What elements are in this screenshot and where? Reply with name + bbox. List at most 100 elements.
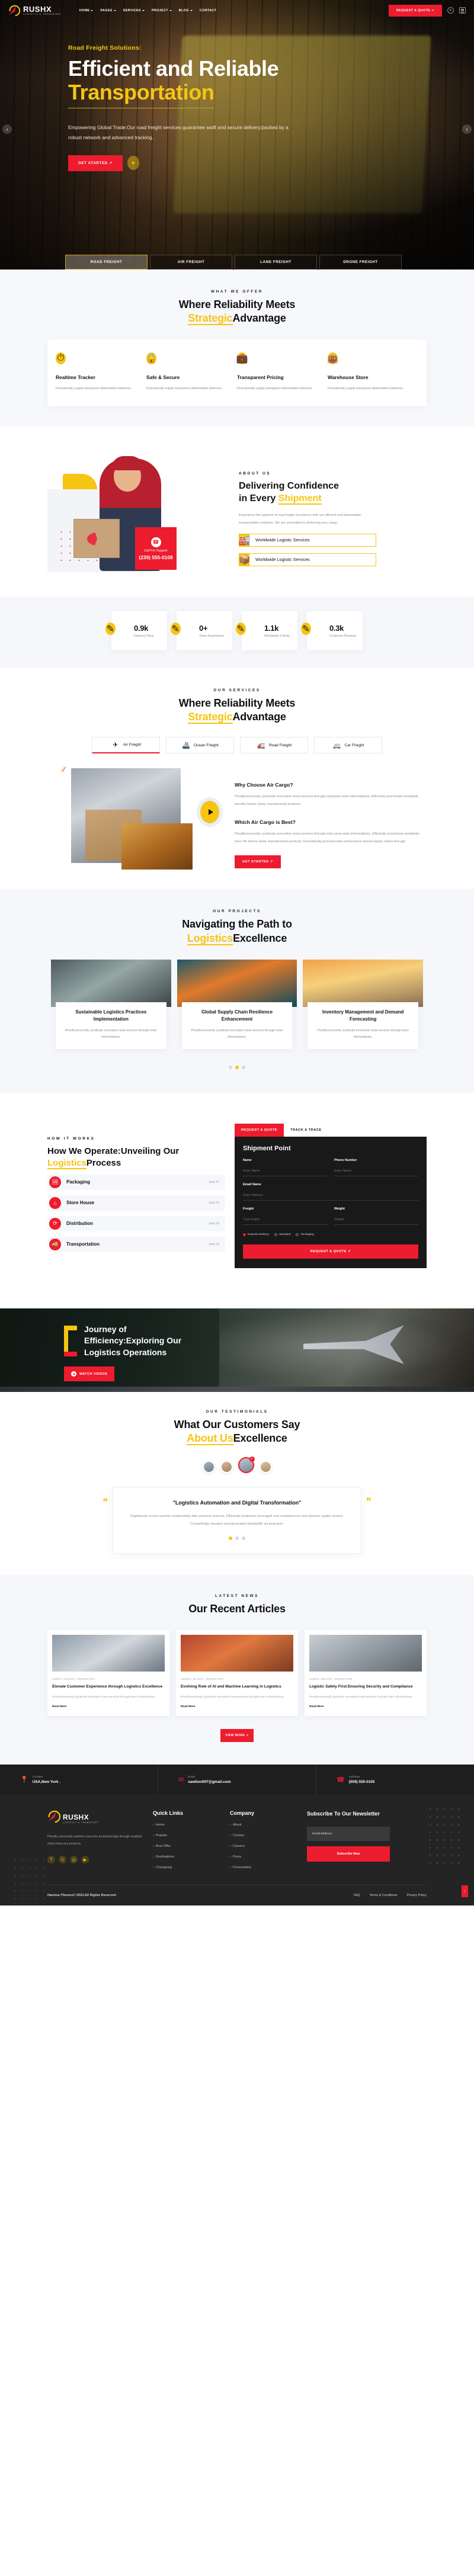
service-tab-ocean-freight[interactable]: 🚢 Ocean Frieght	[166, 737, 234, 754]
footer-link-popular[interactable]: Popular	[153, 1834, 219, 1837]
contact-email[interactable]: ✉ Email sawtion007@gmail.com	[158, 1765, 316, 1795]
name-input[interactable]: Enter Name	[243, 1166, 327, 1177]
youtube-icon[interactable]: ▶	[81, 1856, 89, 1864]
call-support-card[interactable]: ☎ Call For Support (239) 555-0108	[135, 527, 177, 570]
news-read-more-link[interactable]: Read More	[52, 1705, 165, 1708]
newsletter-subscribe-button[interactable]: Subscribe Now	[307, 1846, 390, 1862]
footer-link-careers[interactable]: Careers	[230, 1844, 296, 1848]
radio-dot-icon	[296, 1233, 299, 1237]
carousel-next-button[interactable]: ›	[462, 124, 472, 134]
hero-tab-land-freight[interactable]: LAND FREIGHT	[235, 255, 317, 270]
footer-link-privacy[interactable]: Privacy Policy	[406, 1894, 427, 1897]
nav-item-project[interactable]: PROJECT	[152, 9, 172, 12]
form-tab-request-quote[interactable]: REQUEST A QUOTE	[235, 1124, 284, 1137]
twitter-icon[interactable]: 𝕏	[59, 1856, 66, 1864]
offer-item-transparent-pricing[interactable]: 💼 Transparent Pricing Dramatically suppl…	[236, 352, 328, 392]
hero-tab-road-freight[interactable]: ROAD FREIGHT	[65, 255, 148, 270]
nav-item-contact[interactable]: CONTACT	[200, 9, 216, 12]
offer-item-realtime-tracker[interactable]: ⏱ Realtime Tracker Dramatically supply t…	[56, 352, 146, 392]
footer-link-contact[interactable]: Contact	[230, 1834, 296, 1837]
back-to-top-icon[interactable]: ↑	[462, 1885, 468, 1898]
news-card-elevate-customer-experience[interactable]: ADMIN / BLOGS / MARKETING Elevate Custom…	[47, 1629, 169, 1717]
project-card-global-supply-chain[interactable]: Global Supply Chain Resilience Enhanceme…	[177, 959, 297, 1054]
news-read-more-link[interactable]: Read More	[309, 1705, 422, 1708]
pagination-dot[interactable]	[242, 1066, 245, 1070]
play-icon[interactable]	[200, 801, 219, 824]
service-tab-air-freight[interactable]: ✈ Air Frieght	[92, 737, 160, 754]
contact-label: Call Now	[348, 1775, 360, 1779]
brand-logo[interactable]: RUSHX LOGISTIC & TRANSPORT.	[8, 5, 63, 17]
footer-link-presentation[interactable]: Presentation	[230, 1866, 296, 1869]
weight-input[interactable]: Weight	[334, 1214, 418, 1226]
footer-link-press[interactable]: Press	[230, 1855, 296, 1859]
news-card-logistic-safety-first[interactable]: ADMIN / BLOGS / MARKETING Logistic Safet…	[305, 1629, 427, 1717]
offer-item-title: Safe & Secure	[146, 374, 180, 381]
about-title-highlight: Shipment	[278, 493, 322, 505]
service-tab-road-freight[interactable]: 🚛 Road Frieght	[240, 737, 308, 754]
watch-videos-button[interactable]: WATCH VIDEOS	[64, 1366, 115, 1382]
nav-item-blog[interactable]: BLOG	[179, 9, 193, 12]
newsletter-email-input[interactable]: Email Address	[307, 1826, 390, 1841]
radio-express-delivery[interactable]: Express Delivery	[243, 1233, 269, 1237]
step-packaging[interactable]: 🖼 Packaging step 01	[47, 1174, 225, 1190]
pagination-dot[interactable]	[229, 1066, 232, 1070]
footer-link-best-offer[interactable]: Best Offer	[153, 1844, 219, 1848]
contact-phone[interactable]: ☎ Call Now (559) 555-0105	[316, 1765, 474, 1795]
hamburger-icon[interactable]	[459, 7, 466, 14]
call-support-number: (239) 555-0108	[139, 554, 173, 560]
hero-tab-air-freight[interactable]: AIR FREIGHT	[150, 255, 232, 270]
nav-item-pages[interactable]: PAGES	[100, 9, 116, 12]
request-quote-button[interactable]: REQUEST A QUOTE ↗	[388, 4, 442, 17]
offer-item-safe-secure[interactable]: 🔒 Safe & Secure Dramatically supply tran…	[146, 352, 237, 392]
footer-link-about[interactable]: About	[230, 1823, 296, 1827]
service-tab-car-freight[interactable]: 🚐 Car Frieght	[314, 737, 382, 754]
play-icon[interactable]	[127, 156, 139, 171]
form-submit-button[interactable]: REQUEST A QUOTE ↗	[243, 1244, 418, 1259]
phone-input[interactable]: Enter Name	[334, 1166, 418, 1177]
avatar[interactable]	[259, 1461, 272, 1474]
get-started-button[interactable]: GET STARTED ↗	[68, 155, 123, 171]
step-transportation[interactable]: 🚚 Transportation step 04	[47, 1236, 225, 1252]
pagination-dot[interactable]	[242, 1536, 245, 1540]
footer-link-changelog[interactable]: Changelog	[153, 1866, 219, 1869]
pagination-dot[interactable]	[235, 1536, 239, 1540]
email-input[interactable]: Enter Address	[243, 1190, 418, 1201]
carousel-prev-button[interactable]: ‹	[2, 124, 12, 134]
form-tab-track-trace[interactable]: TRACK & TRACE	[284, 1124, 328, 1137]
project-card-inventory-management[interactable]: Inventory Management and Demand Forecast…	[303, 959, 424, 1054]
search-icon[interactable]: ⌕	[447, 7, 454, 14]
project-card-sustainable-logistics[interactable]: Sustainable Logistics Practices Implemen…	[51, 959, 171, 1054]
offer-item-warehouse-store[interactable]: 👜 Warehouse Store Dramatically supply tr…	[327, 352, 418, 392]
stat-value: 0+	[199, 624, 208, 633]
services-get-started-button[interactable]: GET STARTED ↗	[235, 855, 281, 868]
footer-link-faq[interactable]: FAQ	[354, 1894, 360, 1897]
about-feature-worldwide-2[interactable]: 📦 Worldwide Logistic Services	[239, 553, 376, 566]
hero-tab-drone-freight[interactable]: DRONE FREIGHT	[319, 255, 402, 270]
footer-logo[interactable]: RUSHX LOGISTIC & TRANSPORT.	[47, 1810, 142, 1826]
avatar-active[interactable]: +	[238, 1457, 255, 1474]
footer-column-title: Quick Links	[153, 1810, 184, 1817]
footer-link-home[interactable]: Home	[153, 1823, 219, 1827]
pagination-dot-active[interactable]	[229, 1536, 232, 1540]
nav-item-services[interactable]: SERVICES	[123, 9, 145, 12]
freight-input[interactable]: Type freight	[243, 1214, 327, 1226]
step-store-house[interactable]: ⌂ Store House step 02	[47, 1195, 225, 1211]
footer-link-destinations[interactable]: Destinations	[153, 1855, 219, 1859]
avatar[interactable]	[220, 1461, 233, 1474]
footer-link-terms[interactable]: Terms & Conditions	[370, 1894, 398, 1897]
news-card-evolving-role-of-ai[interactable]: ADMIN / BLOGS / MARKETING Evolving Role …	[176, 1629, 298, 1717]
radio-packaging[interactable]: Packaging	[296, 1233, 314, 1237]
about-feature-worldwide-1[interactable]: 🏭 Worldwide Logistic Services	[239, 533, 376, 547]
news-read-more-link[interactable]: Read More	[181, 1705, 293, 1708]
radio-standard[interactable]: Standard	[274, 1233, 290, 1237]
facebook-icon[interactable]: f	[47, 1856, 55, 1864]
stat-delivery-done: ✎ 0.9k Delivery Done	[105, 611, 167, 651]
instagram-icon[interactable]: ◎	[70, 1856, 78, 1864]
nav-label: SERVICES	[123, 8, 141, 12]
view-more-button[interactable]: VIEW MORE ↗	[220, 1729, 254, 1743]
avatar[interactable]	[202, 1461, 215, 1474]
step-distribution[interactable]: ⟳ Distribution step 03	[47, 1215, 225, 1231]
contact-location[interactable]: 📍 Location USA,New York .	[0, 1765, 158, 1795]
pagination-dot-active[interactable]	[235, 1066, 239, 1070]
nav-item-home[interactable]: HOME	[79, 9, 94, 12]
